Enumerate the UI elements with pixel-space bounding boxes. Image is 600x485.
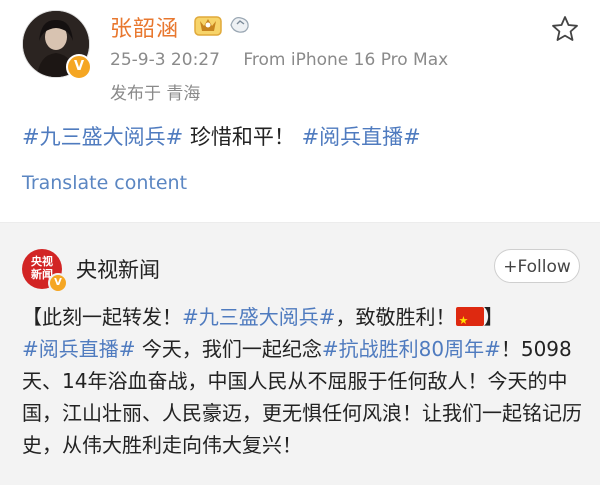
verified-v-icon: V bbox=[66, 54, 92, 80]
logo-text-top: 央视 bbox=[31, 255, 53, 268]
hashtag-link[interactable]: #阅兵直播# bbox=[22, 337, 136, 361]
vip-crown-icon[interactable] bbox=[193, 11, 223, 37]
hashtag-link[interactable]: #抗战胜利80周年# bbox=[322, 337, 501, 361]
author-name[interactable]: 张韶涵 bbox=[110, 11, 179, 43]
post-time: 25-9-3 20:27 bbox=[110, 50, 220, 70]
follow-label: Follow bbox=[517, 257, 571, 277]
repost-text: 【此刻一起转发！#九三盛大阅兵#，致敬胜利！ 】 #阅兵直播# 今天，我们一起纪念… bbox=[22, 301, 584, 461]
verified-v-icon: V bbox=[48, 273, 68, 293]
repost-card[interactable]: 央视 新闻 V 央视新闻 +Follow 【此刻一起转发！#九三盛大阅兵#，致敬… bbox=[0, 222, 600, 485]
post-body-text: 珍惜和平！ bbox=[183, 125, 295, 149]
repost-text-segment: 今天，我们一起纪念 bbox=[135, 337, 322, 361]
post-text: #九三盛大阅兵# 珍惜和平！ #阅兵直播# bbox=[22, 121, 421, 151]
original-post: V 张韶涵 25-9-3 20:27 From iPhone 16 Pro Ma… bbox=[0, 0, 600, 222]
follow-button[interactable]: +Follow bbox=[494, 249, 580, 283]
repost-text-segment: 【此刻一起转发！ bbox=[22, 305, 182, 329]
post-meta: 25-9-3 20:27 From iPhone 16 Pro Max bbox=[110, 50, 448, 70]
post-device: From iPhone 16 Pro Max bbox=[243, 50, 449, 70]
plus-icon: + bbox=[503, 257, 518, 277]
star-icon[interactable] bbox=[550, 14, 580, 44]
fan-badge-icon[interactable] bbox=[228, 13, 252, 35]
translate-link[interactable]: Translate content bbox=[22, 172, 187, 194]
post-location: 发布于 青海 bbox=[110, 84, 201, 104]
author-avatar-wrap[interactable]: V bbox=[22, 10, 92, 80]
hashtag-link[interactable]: #阅兵直播# bbox=[302, 125, 421, 149]
repost-source-name[interactable]: 央视新闻 bbox=[76, 254, 160, 284]
china-flag-icon bbox=[455, 305, 484, 337]
hashtag-link[interactable]: #九三盛大阅兵# bbox=[182, 305, 336, 329]
repost-text-segment: ，致敬胜利！ bbox=[335, 305, 456, 329]
hashtag-link[interactable]: #九三盛大阅兵# bbox=[22, 125, 183, 149]
repost-text-segment: 】 bbox=[483, 305, 504, 329]
